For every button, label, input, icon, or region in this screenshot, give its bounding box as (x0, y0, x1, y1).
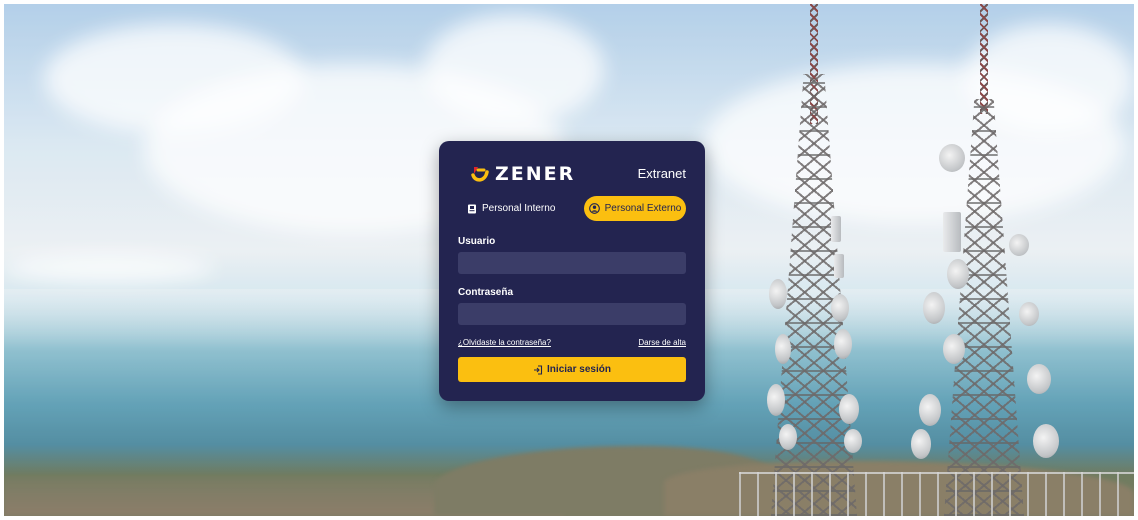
username-label: Usuario (458, 236, 496, 247)
username-input[interactable] (458, 252, 686, 274)
login-button-label: Iniciar sesión (547, 364, 611, 375)
signup-link[interactable]: Darse de alta (638, 338, 686, 347)
login-button[interactable]: Iniciar sesión (458, 357, 686, 382)
forgot-password-link[interactable]: ¿Olvidaste la contraseña? (458, 338, 551, 347)
brand-name: ZENER (495, 163, 576, 185)
brand-logo: ZENER (469, 163, 575, 185)
badge-icon (468, 204, 476, 213)
zener-logo-icon (469, 163, 491, 185)
page-title: Extranet (637, 166, 686, 181)
user-circle-icon (588, 203, 600, 214)
password-label: Contraseña (458, 287, 514, 298)
login-arrow-icon (534, 364, 543, 375)
tab-label: Personal Interno (482, 203, 556, 214)
tab-personal-externo[interactable]: Personal Externo (584, 196, 686, 221)
tab-personal-interno[interactable]: Personal Interno (459, 196, 567, 221)
login-card: ZENER Extranet Personal Interno Personal… (439, 141, 705, 401)
password-input[interactable] (458, 303, 686, 325)
tab-label: Personal Externo (604, 203, 682, 214)
